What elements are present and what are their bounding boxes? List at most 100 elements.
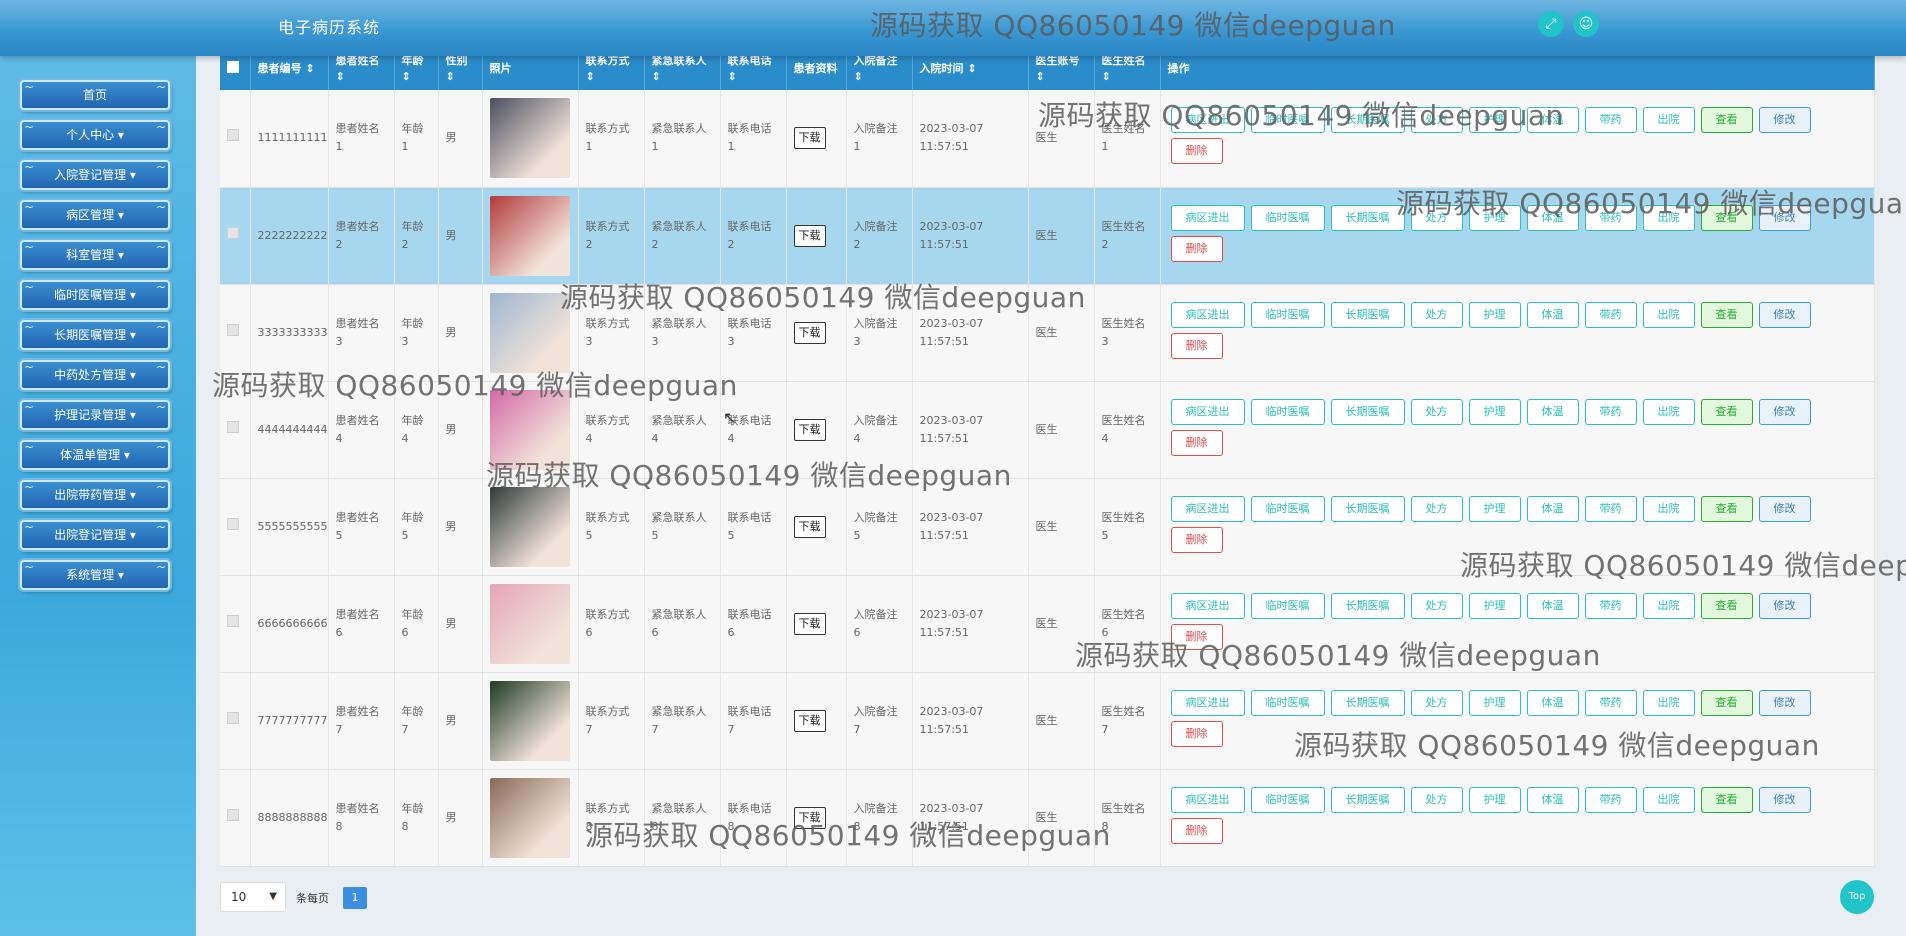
user-icon[interactable]: ☺: [1573, 11, 1599, 37]
action-button[interactable]: 临时医嘱: [1250, 204, 1325, 231]
action-button[interactable]: 查看: [1700, 398, 1753, 425]
action-button[interactable]: 处方: [1410, 689, 1463, 716]
action-button[interactable]: 出院: [1642, 592, 1695, 619]
download-button[interactable]: 下载: [793, 224, 826, 247]
action-button[interactable]: 带药: [1584, 107, 1637, 134]
action-button[interactable]: 护理: [1468, 786, 1521, 813]
action-button[interactable]: 病区进出: [1170, 204, 1245, 231]
action-button[interactable]: 删除: [1170, 235, 1223, 262]
action-button[interactable]: 带药: [1584, 689, 1637, 716]
action-button[interactable]: 长期医嘱: [1330, 204, 1405, 231]
action-button[interactable]: 查看: [1700, 301, 1753, 328]
action-button[interactable]: 修改: [1758, 398, 1811, 425]
action-button[interactable]: 护理: [1468, 398, 1521, 425]
action-button[interactable]: 查看: [1700, 107, 1753, 134]
action-button[interactable]: 修改: [1758, 786, 1811, 813]
download-button[interactable]: 下载: [793, 418, 826, 441]
action-button[interactable]: 修改: [1758, 301, 1811, 328]
sidebar-item[interactable]: 科室管理 ▾: [20, 234, 170, 270]
sidebar-item[interactable]: 出院登记管理 ▾: [20, 514, 170, 550]
action-button[interactable]: 体温: [1526, 689, 1579, 716]
action-button[interactable]: 修改: [1758, 592, 1811, 619]
sidebar-item[interactable]: 临时医嘱管理 ▾: [20, 274, 170, 310]
action-button[interactable]: 病区进出: [1170, 301, 1245, 328]
sidebar-item[interactable]: 出院带药管理 ▾: [20, 474, 170, 510]
action-button[interactable]: 病区进出: [1170, 592, 1245, 619]
action-button[interactable]: 出院: [1642, 689, 1695, 716]
table-row[interactable]: 6666666666 患者姓名 6 年龄 6 男 联系方式 6 紧急联系人 6 联系电话 6…: [220, 575, 1875, 673]
action-button[interactable]: 体温: [1526, 398, 1579, 425]
action-button[interactable]: 删除: [1170, 720, 1223, 747]
action-button[interactable]: 病区进出: [1170, 495, 1245, 522]
action-button[interactable]: 带药: [1584, 495, 1637, 522]
action-button[interactable]: 修改: [1758, 107, 1811, 134]
action-button[interactable]: 带药: [1584, 398, 1637, 425]
action-button[interactable]: 病区进出: [1170, 398, 1245, 425]
action-button[interactable]: 删除: [1170, 138, 1223, 165]
action-button[interactable]: 长期医嘱: [1330, 689, 1405, 716]
sidebar-item[interactable]: 系统管理 ▾: [20, 554, 170, 590]
action-button[interactable]: 查看: [1700, 592, 1753, 619]
action-button[interactable]: 处方: [1410, 398, 1463, 425]
row-checkbox[interactable]: [227, 226, 239, 239]
action-button[interactable]: 长期医嘱: [1330, 786, 1405, 813]
download-button[interactable]: 下载: [793, 612, 826, 635]
sidebar-item[interactable]: 入院登记管理 ▾: [20, 154, 170, 190]
row-checkbox[interactable]: [227, 614, 239, 627]
action-button[interactable]: 出院: [1642, 398, 1695, 425]
action-button[interactable]: 病区进出: [1170, 786, 1245, 813]
action-button[interactable]: 带药: [1584, 301, 1637, 328]
sidebar-item[interactable]: 体温单管理 ▾: [20, 434, 170, 470]
row-checkbox[interactable]: [227, 808, 239, 821]
sidebar-item[interactable]: 首页: [20, 74, 170, 110]
action-button[interactable]: 删除: [1170, 526, 1223, 553]
action-button[interactable]: 护理: [1468, 301, 1521, 328]
select-all-checkbox[interactable]: [227, 60, 239, 73]
action-button[interactable]: 处方: [1410, 786, 1463, 813]
action-button[interactable]: 体温: [1526, 301, 1579, 328]
action-button[interactable]: 临时医嘱: [1250, 786, 1325, 813]
action-button[interactable]: 临时医嘱: [1250, 398, 1325, 425]
row-checkbox[interactable]: [227, 517, 239, 530]
row-checkbox[interactable]: [227, 129, 239, 142]
action-button[interactable]: 出院: [1642, 495, 1695, 522]
page-1-button[interactable]: 1: [343, 887, 367, 909]
action-button[interactable]: 查看: [1700, 786, 1753, 813]
row-checkbox[interactable]: [227, 711, 239, 724]
sidebar-item[interactable]: 病区管理 ▾: [20, 194, 170, 230]
action-button[interactable]: 删除: [1170, 817, 1223, 844]
action-button[interactable]: 出院: [1642, 301, 1695, 328]
sidebar-item[interactable]: 长期医嘱管理 ▾: [20, 314, 170, 350]
page-size-select[interactable]: 10 ▼: [220, 882, 286, 912]
action-button[interactable]: 处方: [1410, 495, 1463, 522]
action-button[interactable]: 临时医嘱: [1250, 689, 1325, 716]
action-button[interactable]: 体温: [1526, 592, 1579, 619]
action-button[interactable]: 长期医嘱: [1330, 592, 1405, 619]
action-button[interactable]: 查看: [1700, 495, 1753, 522]
action-button[interactable]: 出院: [1642, 107, 1695, 134]
sidebar-item[interactable]: 中药处方管理 ▾: [20, 354, 170, 390]
action-button[interactable]: 临时医嘱: [1250, 301, 1325, 328]
action-button[interactable]: 体温: [1526, 495, 1579, 522]
action-button[interactable]: 护理: [1468, 592, 1521, 619]
action-button[interactable]: 出院: [1642, 786, 1695, 813]
action-button[interactable]: 长期医嘱: [1330, 398, 1405, 425]
action-button[interactable]: 临时医嘱: [1250, 495, 1325, 522]
action-button[interactable]: 护理: [1468, 495, 1521, 522]
action-button[interactable]: 查看: [1700, 689, 1753, 716]
action-button[interactable]: 护理: [1468, 689, 1521, 716]
download-button[interactable]: 下载: [793, 709, 826, 732]
action-button[interactable]: 临时医嘱: [1250, 592, 1325, 619]
action-button[interactable]: 带药: [1584, 786, 1637, 813]
action-button[interactable]: 处方: [1410, 592, 1463, 619]
action-button[interactable]: 处方: [1410, 301, 1463, 328]
sidebar-item[interactable]: 个人中心 ▾: [20, 114, 170, 150]
fullscreen-icon[interactable]: ⤢: [1538, 11, 1564, 37]
action-button[interactable]: 病区进出: [1170, 689, 1245, 716]
row-checkbox[interactable]: [227, 420, 239, 433]
action-button[interactable]: 带药: [1584, 592, 1637, 619]
row-checkbox[interactable]: [227, 323, 239, 336]
action-button[interactable]: 修改: [1758, 495, 1811, 522]
action-button[interactable]: 长期医嘱: [1330, 301, 1405, 328]
download-button[interactable]: 下载: [793, 321, 826, 344]
